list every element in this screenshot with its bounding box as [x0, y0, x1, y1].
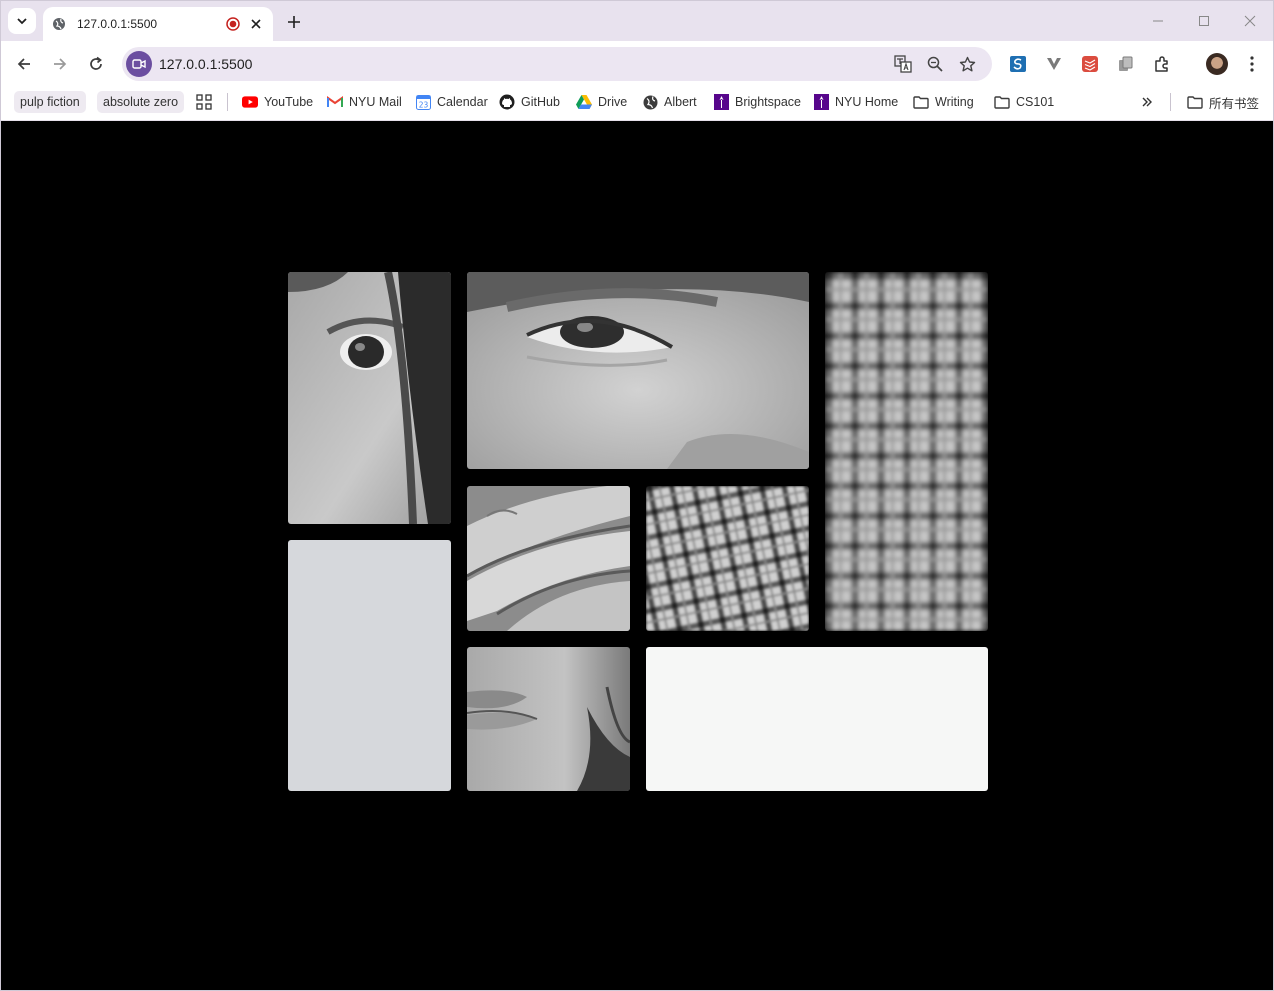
address-bar[interactable]: 127.0.0.1:5500 [122, 47, 992, 81]
reload-button[interactable] [82, 50, 110, 78]
photo-plaid-tall [825, 272, 988, 631]
github-icon [499, 94, 515, 110]
bookmark-label: NYU Mail [349, 95, 402, 109]
minimize-icon [1153, 20, 1163, 22]
nyu-torch-icon [713, 94, 729, 110]
extension-v-icon[interactable] [1044, 54, 1064, 74]
todoist-icon[interactable] [1080, 54, 1100, 74]
close-window-button[interactable] [1227, 1, 1273, 41]
all-bookmarks-folder[interactable]: 所有书签 [1187, 91, 1259, 113]
extension-copy-icon[interactable] [1116, 54, 1136, 74]
bookmark-nyu-home[interactable]: NYU Home [813, 91, 898, 113]
globe-icon [642, 94, 658, 110]
more-bookmarks-chevron-icon[interactable] [1141, 91, 1153, 113]
youtube-icon [242, 94, 258, 110]
back-button[interactable] [10, 50, 38, 78]
tab-search-button[interactable] [8, 8, 36, 34]
page-content [2, 122, 1273, 990]
browser-window: 127.0.0.1:5500 127.0.0.1:5500 pulp ficti… [0, 0, 1274, 991]
bookmarks-divider [227, 93, 228, 111]
svg-text:23: 23 [418, 100, 428, 109]
bookmark-writing[interactable]: Writing [913, 91, 974, 113]
bookmarks-bar: pulp fiction absolute zero YouTube NYU M… [1, 87, 1273, 121]
zoom-icon[interactable] [925, 54, 945, 74]
translate-icon[interactable] [893, 54, 913, 74]
bookmark-calendar[interactable]: 23 Calendar [415, 91, 488, 113]
bookmark-label: YouTube [264, 95, 314, 109]
blank-tile-gray [288, 540, 451, 791]
bookmarks-divider [1170, 93, 1171, 111]
forward-arrow-icon [54, 58, 67, 70]
bookmark-label: NYU Home [835, 95, 899, 109]
bookmark-brightspace[interactable]: Brightspace [713, 91, 801, 113]
toolbar: 127.0.0.1:5500 [1, 41, 1273, 87]
folder-icon [1187, 94, 1203, 110]
extensions-puzzle-icon[interactable] [1152, 54, 1172, 74]
globe-icon [51, 16, 67, 32]
blank-tile-white [646, 647, 988, 791]
nyu-torch-icon [813, 94, 829, 110]
bookmark-nyu-mail[interactable]: NYU Mail [327, 91, 402, 113]
bookmark-label: Drive [598, 95, 628, 109]
window-controls [1135, 1, 1273, 41]
star-icon[interactable] [957, 54, 977, 74]
folder-icon [994, 94, 1010, 110]
bookmark-pulp-fiction[interactable]: pulp fiction [14, 91, 86, 113]
plus-icon [288, 16, 300, 28]
bookmark-label: CS101 [1016, 95, 1055, 109]
tab-title: 127.0.0.1:5500 [77, 17, 158, 31]
photo-plaid-small [646, 486, 809, 631]
extension-s-icon[interactable] [1008, 54, 1028, 74]
bookmark-label: GitHub [521, 95, 560, 109]
close-icon [1244, 15, 1256, 27]
minimize-button[interactable] [1135, 1, 1181, 41]
drive-icon [576, 94, 592, 110]
gmail-icon [327, 94, 343, 110]
forward-button[interactable] [46, 50, 74, 78]
photo-lips [467, 647, 630, 791]
all-bookmarks-label: 所有书签 [1209, 96, 1260, 111]
active-tab[interactable]: 127.0.0.1:5500 [43, 7, 273, 41]
bookmark-github[interactable]: GitHub [499, 91, 560, 113]
back-arrow-icon [17, 58, 30, 70]
tab-strip: 127.0.0.1:5500 [1, 1, 1273, 41]
url-text[interactable]: 127.0.0.1:5500 [159, 56, 252, 72]
bookmark-cs101[interactable]: CS101 [994, 91, 1054, 113]
recording-icon [225, 16, 241, 32]
bookmark-label: Brightspace [735, 95, 802, 109]
maximize-button[interactable] [1181, 1, 1227, 41]
folder-icon [913, 94, 929, 110]
apps-grid-icon[interactable] [196, 91, 212, 113]
photo-eye-hair [288, 272, 451, 524]
reload-icon [90, 56, 102, 70]
chevron-down-icon [17, 18, 27, 25]
maximize-icon [1199, 16, 1209, 26]
bookmark-albert[interactable]: Albert [642, 91, 697, 113]
bookmark-label: Calendar [437, 95, 488, 109]
bookmark-absolute-zero[interactable]: absolute zero [97, 91, 185, 113]
new-tab-button[interactable] [281, 9, 307, 35]
profile-avatar[interactable] [1206, 53, 1228, 75]
menu-kebab-icon[interactable] [1242, 54, 1262, 74]
bookmark-drive[interactable]: Drive [576, 91, 627, 113]
photo-hand [467, 486, 630, 631]
calendar-icon: 23 [415, 94, 431, 110]
bookmark-youtube[interactable]: YouTube [242, 91, 313, 113]
tab-close-icon[interactable] [247, 15, 265, 33]
bookmark-label: Albert [664, 95, 697, 109]
camera-icon[interactable] [126, 51, 152, 77]
bookmark-label: Writing [935, 95, 974, 109]
photo-eye-close [467, 272, 809, 469]
